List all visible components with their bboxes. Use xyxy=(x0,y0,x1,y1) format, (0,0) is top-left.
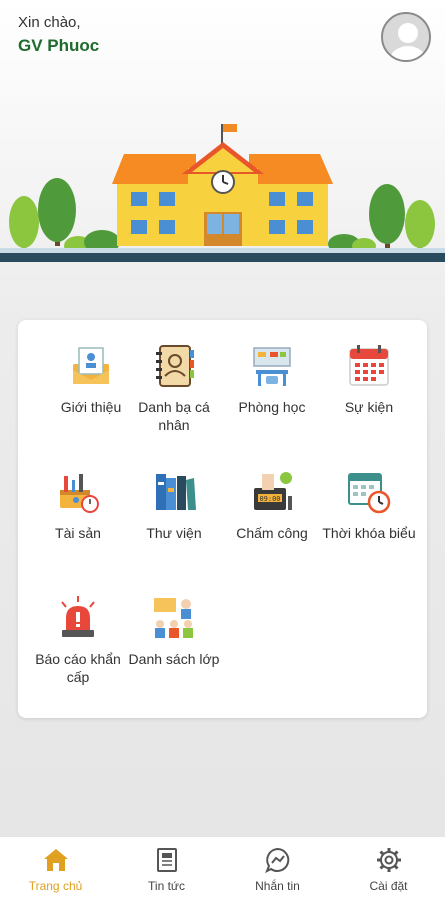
menu-item-contacts[interactable]: Danh bạ cá nhân xyxy=(126,342,222,434)
nav-news[interactable]: Tin tức xyxy=(111,837,222,900)
intro-icon xyxy=(73,347,109,384)
nav-label: Tin tức xyxy=(148,879,185,893)
avatar[interactable] xyxy=(381,12,431,62)
feature-menu-card: Giới thiệu Danh bạ cá nhân Phòng học Sự … xyxy=(18,320,427,718)
timekeeping-icon: 09:00 xyxy=(254,472,292,510)
menu-item-classroom[interactable]: Phòng học xyxy=(224,342,320,416)
nav-label: Cài đặt xyxy=(369,879,408,893)
news-icon xyxy=(156,848,177,872)
user-name: GV Phuoc xyxy=(18,36,100,55)
svg-text:09:00: 09:00 xyxy=(259,495,280,503)
assets-icon xyxy=(60,474,99,513)
contacts-icon xyxy=(156,345,194,387)
menu-item-emergency[interactable]: Báo cáo khẩn cấp xyxy=(30,594,126,686)
menu-item-label: Danh bạ cá nhân xyxy=(138,399,210,433)
calendar-icon xyxy=(349,345,389,386)
nav-label: Nhắn tin xyxy=(255,879,300,893)
nav-settings[interactable]: Cài đặt xyxy=(333,837,444,900)
class-list-icon xyxy=(154,598,193,638)
bottom-navigation: Trang chủ Tin tức Nhắn tin Cài đặt xyxy=(0,836,445,900)
menu-item-intro[interactable]: Giới thiệu xyxy=(43,342,139,416)
menu-item-timekeeping[interactable]: 09:00 Chấm công xyxy=(224,468,320,542)
menu-item-events[interactable]: Sự kiện xyxy=(321,342,417,416)
menu-item-label: Danh sách lớp xyxy=(128,651,220,667)
menu-item-label: Phòng học xyxy=(238,399,306,415)
school-illustration xyxy=(0,118,445,264)
menu-item-timetable[interactable]: Thời khóa biểu xyxy=(321,468,417,542)
emergency-icon xyxy=(61,596,95,637)
greeting-text: Xin chào, xyxy=(18,14,81,31)
nav-home[interactable]: Trang chủ xyxy=(0,837,111,900)
menu-item-label: Thời khóa biểu xyxy=(322,525,416,541)
chat-icon xyxy=(264,847,289,874)
menu-item-class-list[interactable]: Danh sách lớp xyxy=(126,594,222,668)
nav-label: Trang chủ xyxy=(28,879,83,893)
nav-chat[interactable]: Nhắn tin xyxy=(222,837,333,900)
library-icon xyxy=(156,474,196,510)
menu-item-label: Báo cáo khẩn cấp xyxy=(35,651,121,685)
gear-icon xyxy=(376,848,401,872)
menu-item-library[interactable]: Thư viện xyxy=(126,468,222,542)
menu-item-label: Chấm công xyxy=(236,525,308,541)
menu-item-assets[interactable]: Tài sản xyxy=(30,468,126,542)
menu-item-label: Tài sản xyxy=(55,525,101,541)
user-avatar-icon xyxy=(389,23,427,60)
menu-item-label: Thư viện xyxy=(146,525,202,541)
menu-item-label: Sự kiện xyxy=(344,399,394,415)
home-icon xyxy=(43,849,68,871)
menu-item-label: Giới thiệu xyxy=(60,399,122,415)
timetable-icon xyxy=(348,473,391,514)
classroom-icon xyxy=(253,347,291,386)
header: Xin chào, GV Phuoc xyxy=(0,0,445,80)
